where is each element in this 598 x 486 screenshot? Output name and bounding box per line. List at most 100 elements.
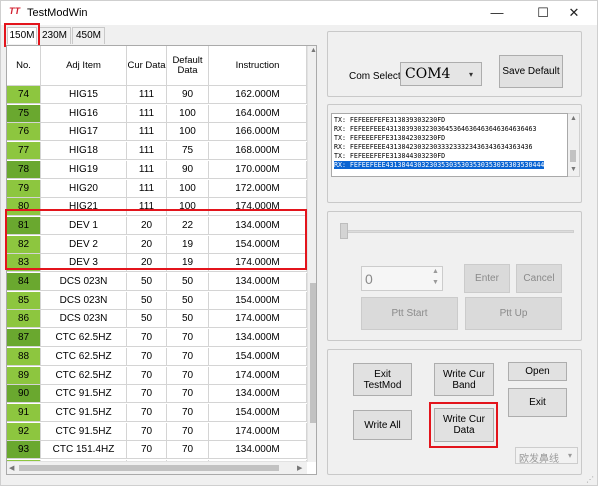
spin-up-icon[interactable]: ▲ <box>432 268 439 275</box>
com-select-value: COM4 <box>405 66 451 82</box>
cancel-button[interactable]: Cancel <box>516 264 562 293</box>
mode-combo[interactable]: 欧发鼻线 ▾ <box>515 447 578 465</box>
row-cur-data[interactable]: 70 <box>127 403 167 422</box>
row-cur-data[interactable]: 70 <box>127 347 167 366</box>
header-cur-data[interactable]: Cur Data <box>127 46 167 86</box>
minimize-button[interactable]: — <box>474 1 520 25</box>
row-cur-data[interactable]: 50 <box>127 291 167 310</box>
spin-down-icon[interactable]: ▼ <box>432 279 439 286</box>
table-row[interactable]: 81 DEV 1 20 22 134.000M <box>7 216 307 235</box>
close-button[interactable]: ✕ <box>551 1 597 25</box>
write-cur-band-button[interactable]: Write Cur Band <box>434 363 494 396</box>
log-line[interactable]: TX: FEFEEEFEFE313839303230FD <box>334 116 445 124</box>
exit-button[interactable]: Exit <box>508 388 567 417</box>
open-button[interactable]: Open <box>508 362 567 381</box>
exit-testmod-button[interactable]: Exit TestMod <box>353 363 412 396</box>
row-cur-data[interactable]: 70 <box>127 441 167 460</box>
save-default-button[interactable]: Save Default <box>499 55 563 88</box>
tuning-slider-track[interactable] <box>344 230 574 233</box>
log-scroll-down-icon[interactable]: ▼ <box>570 166 577 173</box>
table-row[interactable]: 88 CTC 62.5HZ 70 70 154.000M <box>7 347 307 366</box>
table-horizontal-scrollbar[interactable]: ◀ ▶ <box>7 461 307 474</box>
horizontal-scroll-thumb[interactable] <box>19 465 279 471</box>
row-cur-data[interactable]: 111 <box>127 104 167 123</box>
scroll-right-icon[interactable]: ▶ <box>297 464 302 472</box>
header-default-data[interactable]: Default Data <box>167 46 209 86</box>
row-number: 90 <box>7 385 41 404</box>
row-cur-data[interactable]: 111 <box>127 123 167 142</box>
row-cur-data[interactable]: 50 <box>127 310 167 329</box>
table-vertical-scrollbar[interactable]: ▲ <box>307 46 316 462</box>
table-row[interactable]: 77 HIG18 111 75 168.000M <box>7 142 307 161</box>
row-cur-data[interactable]: 111 <box>127 142 167 161</box>
log-scroll-up-icon[interactable]: ▲ <box>570 115 577 122</box>
log-line[interactable]: RX: FEFEEFEEE431383930323036453646364636… <box>334 125 536 133</box>
ptt-start-button[interactable]: Ptt Start <box>361 297 458 330</box>
row-cur-data[interactable]: 111 <box>127 86 167 104</box>
row-instruction: 168.000M <box>209 142 307 161</box>
table-row[interactable]: 84 DCS 023N 50 50 134.000M <box>7 273 307 291</box>
value-spinbox[interactable]: 0 ▲ ▼ <box>361 266 443 291</box>
row-cur-data[interactable]: 70 <box>127 329 167 348</box>
table-row[interactable]: 83 DEV 3 20 19 174.000M <box>7 254 307 273</box>
table-row[interactable]: 80 HIG21 111 100 174.000M <box>7 198 307 217</box>
log-line[interactable]: TX: FEFEEEFEFE313842303230FD <box>334 134 445 142</box>
com-select-dropdown[interactable]: COM4 ▾ <box>400 62 482 86</box>
resize-grip-icon[interactable]: ⋰ <box>586 475 594 484</box>
write-all-button[interactable]: Write All <box>353 410 412 440</box>
header-adj-item[interactable]: Adj Item <box>41 46 127 86</box>
table-row[interactable]: 79 HIG20 111 100 172.000M <box>7 179 307 198</box>
tab-230m[interactable]: 230M <box>38 27 71 44</box>
log-line[interactable]: TX: FEFEEEFEFE313844303230FD <box>334 152 445 160</box>
scroll-left-icon[interactable]: ◀ <box>9 464 14 472</box>
table-row[interactable]: 92 CTC 91.5HZ 70 70 174.000M <box>7 422 307 441</box>
row-number: 82 <box>7 235 41 254</box>
row-cur-data[interactable]: 111 <box>127 179 167 198</box>
table-row[interactable]: 75 HIG16 111 100 164.000M <box>7 104 307 123</box>
table-row[interactable]: 93 CTC 151.4HZ 70 70 134.000M <box>7 441 307 460</box>
row-adj-item: HIG20 <box>41 179 127 198</box>
row-cur-data[interactable]: 111 <box>127 160 167 179</box>
log-scrollbar[interactable]: ▲ ▼ <box>568 113 580 177</box>
row-cur-data[interactable]: 20 <box>127 235 167 254</box>
scroll-up-icon[interactable]: ▲ <box>310 47 316 54</box>
log-scroll-thumb[interactable] <box>570 150 576 162</box>
table-row[interactable]: 78 HIG19 111 90 170.000M <box>7 160 307 179</box>
vertical-scroll-thumb[interactable] <box>310 283 316 423</box>
row-cur-data[interactable]: 70 <box>127 366 167 385</box>
row-instruction: 134.000M <box>209 329 307 348</box>
enter-button[interactable]: Enter <box>464 264 510 293</box>
log-line[interactable]: RX: FEFEEFEEE431384230323033323332343634… <box>334 143 533 151</box>
log-line[interactable]: RX: FEFEEFEEE431384430323035303530353035… <box>334 160 545 169</box>
tab-150m[interactable]: 150M <box>7 27 37 44</box>
table-row[interactable]: 90 CTC 91.5HZ 70 70 134.000M <box>7 385 307 404</box>
row-cur-data[interactable]: 111 <box>127 198 167 217</box>
table-row[interactable]: 76 HIG17 111 100 166.000M <box>7 123 307 142</box>
table-row[interactable]: 89 CTC 62.5HZ 70 70 174.000M <box>7 366 307 385</box>
row-cur-data[interactable]: 70 <box>127 422 167 441</box>
table-row[interactable]: 85 DCS 023N 50 50 154.000M <box>7 291 307 310</box>
table-row[interactable]: 74 HIG15 111 90 162.000M <box>7 86 307 104</box>
header-instruction[interactable]: Instruction <box>209 46 307 86</box>
table-row[interactable]: 87 CTC 62.5HZ 70 70 134.000M <box>7 329 307 348</box>
tab-450m[interactable]: 450M <box>72 27 105 44</box>
row-instruction: 154.000M <box>209 403 307 422</box>
write-cur-data-button[interactable]: Write Cur Data <box>434 408 494 442</box>
tuning-slider-thumb[interactable] <box>340 223 348 239</box>
table-row[interactable]: 86 DCS 023N 50 50 174.000M <box>7 310 307 329</box>
row-cur-data[interactable]: 20 <box>127 216 167 235</box>
header-no[interactable]: No. <box>7 46 41 86</box>
row-cur-data[interactable]: 50 <box>127 273 167 291</box>
chevron-down-icon: ▾ <box>469 70 474 79</box>
table-row[interactable]: 82 DEV 2 20 19 154.000M <box>7 235 307 254</box>
row-instruction: 154.000M <box>209 235 307 254</box>
row-cur-data[interactable]: 20 <box>127 254 167 273</box>
row-adj-item: HIG18 <box>41 142 127 161</box>
ptt-up-button[interactable]: Ptt Up <box>465 297 562 330</box>
maximize-icon: ☐ <box>537 5 549 20</box>
row-cur-data[interactable]: 70 <box>127 385 167 404</box>
row-default-data: 90 <box>167 86 209 104</box>
serial-log-list[interactable]: TX: FEFEEEFEFE313839303230FD RX: FEFEEFEE… <box>331 113 568 177</box>
row-adj-item: HIG15 <box>41 86 127 104</box>
table-row[interactable]: 91 CTC 91.5HZ 70 70 154.000M <box>7 403 307 422</box>
